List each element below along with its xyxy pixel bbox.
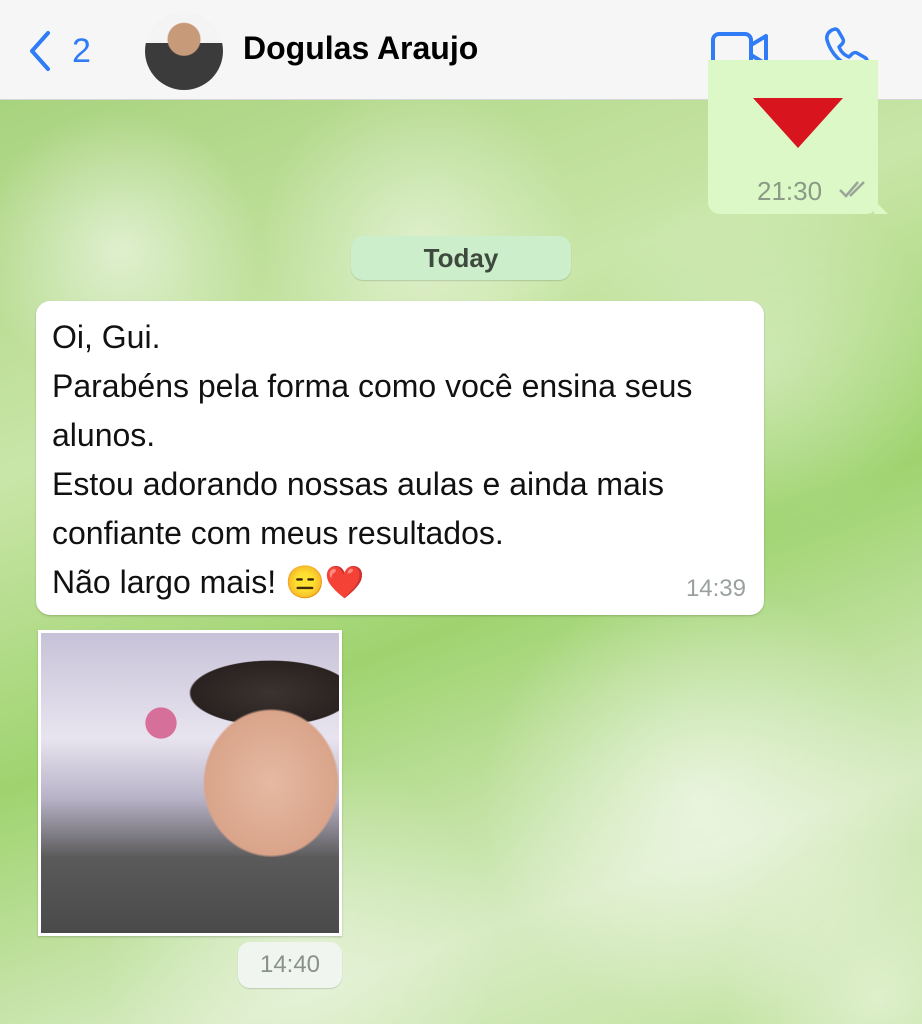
unread-count: 2 (72, 31, 91, 70)
chevron-left-icon (30, 31, 50, 71)
back-button[interactable]: 2 (26, 28, 106, 74)
photo-time-badge: 14:40 (238, 942, 342, 988)
contact-name[interactable]: Dogulas Araujo (243, 30, 478, 67)
bubble-tail (874, 200, 888, 214)
message-time: 21:30 (757, 176, 823, 206)
message-text: Oi, Gui. Parabéns pela forma como você e… (52, 319, 693, 600)
avatar[interactable] (145, 12, 223, 90)
heart-emoji (753, 98, 843, 148)
photo-image[interactable] (41, 633, 339, 933)
incoming-message-bubble[interactable]: Oi, Gui. Parabéns pela forma como você e… (36, 301, 764, 615)
outgoing-message-bubble[interactable]: 21:30 (708, 60, 888, 214)
incoming-photo-message[interactable] (38, 630, 342, 936)
double-check-icon (839, 181, 865, 198)
message-time: 14:39 (685, 575, 746, 602)
date-separator: Today (351, 236, 571, 280)
